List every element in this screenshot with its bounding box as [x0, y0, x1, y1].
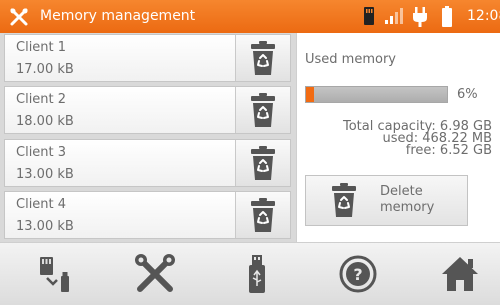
client-name: Client 4	[16, 197, 67, 212]
client-name: Client 3	[16, 145, 67, 160]
svg-text:?: ?	[353, 265, 362, 284]
home-button[interactable]	[425, 243, 495, 305]
list-item[interactable]: Client 2 18.00 kB	[4, 86, 291, 134]
bottom-toolbar: ?	[0, 242, 500, 305]
help-button[interactable]: ?	[323, 243, 393, 305]
memory-panel: Used memory 6% Total capacity: 6.98 GB u…	[296, 33, 500, 242]
client-name: Client 1	[16, 40, 67, 55]
trash-recycle-icon	[332, 183, 356, 217]
usb-icon	[249, 255, 265, 293]
memory-stats: Total capacity: 6.98 GB used: 468.22 MB …	[297, 120, 492, 158]
delete-client-button[interactable]	[235, 192, 290, 238]
trash-recycle-icon	[251, 198, 275, 232]
client-size: 13.00 kB	[16, 219, 74, 234]
sd-card-icon	[364, 7, 374, 25]
title-bar: Memory management 12:08	[0, 0, 500, 33]
battery-icon	[442, 6, 452, 27]
free-capacity: free: 6.52 GB	[405, 143, 492, 158]
settings-button[interactable]	[120, 243, 190, 305]
client-size: 13.00 kB	[16, 167, 74, 182]
memory-usage-bar	[305, 86, 448, 103]
window-title: Memory management	[40, 8, 196, 24]
memory-transfer-button[interactable]	[19, 243, 89, 305]
delete-label-line1: Delete	[380, 184, 423, 199]
clock-time: 12:08	[467, 8, 500, 24]
list-item[interactable]: Client 4 13.00 kB	[4, 191, 291, 239]
client-name: Client 2	[16, 92, 67, 107]
client-size: 18.00 kB	[16, 114, 74, 129]
home-icon	[442, 257, 478, 291]
trash-recycle-icon	[251, 146, 275, 180]
delete-label-line2: memory	[380, 200, 435, 215]
client-size: 17.00 kB	[16, 62, 74, 77]
delete-client-button[interactable]	[235, 140, 290, 186]
delete-memory-button[interactable]: Delete memory	[305, 175, 468, 226]
delete-client-button[interactable]	[235, 35, 290, 81]
memory-usage-percent: 6%	[457, 87, 478, 102]
trash-recycle-icon	[251, 41, 275, 75]
tools-icon	[10, 8, 28, 26]
power-plug-icon	[413, 7, 427, 27]
memory-transfer-icon	[40, 257, 69, 292]
usb-connection-button[interactable]	[222, 243, 292, 305]
delete-memory-label: Delete memory	[380, 184, 460, 216]
tools-icon	[135, 254, 175, 292]
trash-recycle-icon	[251, 93, 275, 127]
memory-usage-fill	[306, 87, 315, 102]
client-list: Client 1 17.00 kB Client 2 18.00 kB Clie…	[0, 33, 296, 242]
list-item[interactable]: Client 1 17.00 kB	[4, 34, 291, 82]
help-icon: ?	[339, 255, 377, 293]
used-memory-title: Used memory	[305, 52, 396, 67]
signal-icon	[385, 8, 403, 24]
delete-client-button[interactable]	[235, 87, 290, 133]
list-item[interactable]: Client 3 13.00 kB	[4, 139, 291, 187]
